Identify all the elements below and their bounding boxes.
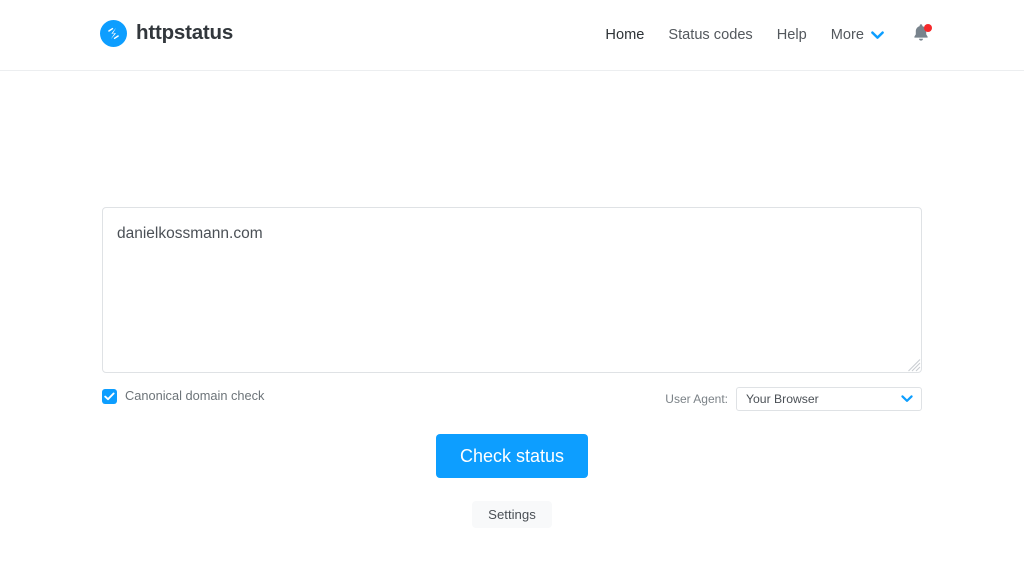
main-nav: Home Status codes Help More [593,24,932,46]
canonical-domain-check-label: Canonical domain check [125,388,265,403]
nav-item-status-codes[interactable]: Status codes [656,24,764,46]
nav-item-help[interactable]: Help [765,24,819,46]
user-agent-select[interactable]: Your Browser [736,387,922,411]
brand-name: httpstatus [136,21,234,45]
site-header: httpstatus Home Status codes Help More [0,0,1024,71]
user-agent-label: User Agent: [665,392,728,406]
nav-more-label: More [830,27,864,43]
settings-button[interactable]: Settings [472,501,552,528]
brand-logo-link[interactable]: httpstatus [100,20,233,47]
nav-item-more[interactable]: More [819,24,896,46]
nav-item-home[interactable]: Home [593,24,656,46]
notification-badge [924,24,932,32]
page-main: Canonical domain check User Agent: Your … [0,71,1024,576]
checkbox-checked-icon[interactable] [102,388,117,404]
canonical-domain-check[interactable]: Canonical domain check [102,388,264,404]
user-agent-group: User Agent: Your Browser [665,387,922,411]
url-input[interactable] [102,207,922,373]
user-agent-selected-value: Your Browser [746,392,819,406]
options-row: Canonical domain check User Agent: Your … [102,387,922,415]
chevron-down-icon [901,390,913,408]
notifications-button[interactable] [910,24,932,46]
check-status-button[interactable]: Check status [436,434,588,478]
chevron-down-icon [871,30,884,40]
lightning-circle-icon [100,20,127,47]
